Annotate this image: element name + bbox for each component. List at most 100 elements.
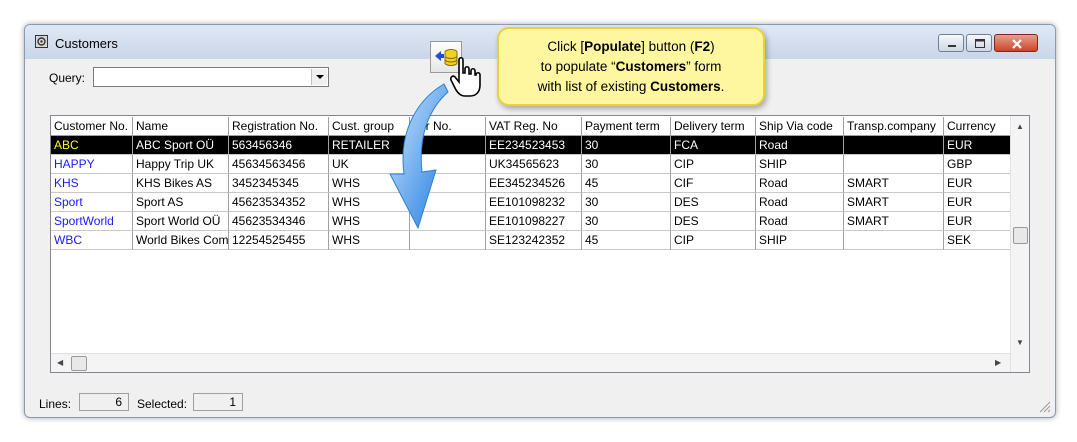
scroll-right-icon[interactable]: ▶ [995, 358, 1001, 367]
callout-text: ] button ( [641, 39, 695, 54]
table-cell: 45 [582, 231, 671, 250]
callout-text: ) [710, 39, 715, 54]
window-title: Customers [55, 36, 118, 51]
query-label: Query: [49, 71, 86, 85]
table-cell [844, 231, 944, 250]
maximize-button[interactable] [966, 34, 992, 52]
table-cell: 12254525455 [229, 231, 329, 250]
callout-bold: Populate [584, 39, 642, 54]
instruction-callout: Click [Populate] button (F2) to populate… [497, 27, 765, 106]
scroll-down-icon[interactable]: ▼ [1016, 338, 1024, 347]
vertical-scroll-thumb[interactable] [1013, 227, 1028, 244]
table-cell: SE123242352 [486, 231, 582, 250]
callout-bold: F2 [694, 39, 711, 54]
column-header[interactable]: VAT Reg. No [486, 117, 582, 136]
lines-label: Lines: [39, 397, 72, 411]
column-header[interactable]: Payment term [582, 117, 671, 136]
hand-cursor-icon [450, 56, 481, 97]
maximize-icon [975, 39, 985, 48]
table-cell: 45 [582, 174, 671, 193]
table-cell: 563456346 [229, 136, 329, 155]
table-cell: Road [756, 174, 844, 193]
table-cell: 3452345345 [229, 174, 329, 193]
table-cell: GBP [944, 155, 1014, 174]
table-cell: CIP [671, 231, 756, 250]
minimize-icon [948, 45, 956, 47]
table-cell: SEK [944, 231, 1014, 250]
chevron-down-icon [316, 75, 324, 79]
table-cell [844, 136, 944, 155]
table-cell: Sport World OÜ [133, 212, 229, 231]
close-icon [1012, 39, 1022, 49]
table-cell: UK34565623 [486, 155, 582, 174]
callout-text: ” form [686, 59, 722, 74]
column-header[interactable]: Customer No. [51, 117, 133, 136]
table-cell: CIP [671, 155, 756, 174]
column-header[interactable]: Registration No. [229, 117, 329, 136]
customer-no-link[interactable]: Sport [51, 193, 133, 212]
table-cell: FCA [671, 136, 756, 155]
table-cell: EUR [944, 174, 1014, 193]
scroll-up-icon[interactable]: ▲ [1016, 122, 1024, 131]
table-cell: SHIP [756, 231, 844, 250]
table-cell: World Bikes Comp [133, 231, 229, 250]
horizontal-scrollbar[interactable]: ◀ ▶ [51, 353, 1010, 372]
table-cell: EE234523453 [486, 136, 582, 155]
column-header[interactable]: Transp.company [844, 117, 944, 136]
table-cell: EUR [944, 212, 1014, 231]
table-cell: DES [671, 193, 756, 212]
customers-app-icon [35, 35, 48, 48]
customer-no-link[interactable]: HAPPY [51, 155, 133, 174]
table-cell: SMART [844, 212, 944, 231]
customer-no-link[interactable]: WBC [51, 231, 133, 250]
table-cell [844, 155, 944, 174]
table-cell: ABC Sport OÜ [133, 136, 229, 155]
table-cell: Road [756, 193, 844, 212]
table-cell: 45634563456 [229, 155, 329, 174]
table-cell: 45623534346 [229, 212, 329, 231]
table-cell: Road [756, 212, 844, 231]
table-cell: Sport AS [133, 193, 229, 212]
callout-bold: Customers [615, 59, 687, 74]
selected-label: Selected: [137, 397, 188, 411]
callout-text: Click [ [547, 39, 585, 54]
close-button[interactable] [994, 34, 1038, 52]
table-cell: 30 [582, 193, 671, 212]
table-cell: Happy Trip UK [133, 155, 229, 174]
table-cell: SHIP [756, 155, 844, 174]
table-cell: EE101098227 [486, 212, 582, 231]
table-cell: Road [756, 136, 844, 155]
table-cell: 30 [582, 136, 671, 155]
table-cell: DES [671, 212, 756, 231]
table-cell: EE101098232 [486, 193, 582, 212]
callout-text: with list of existing [537, 79, 651, 94]
table-cell: 30 [582, 155, 671, 174]
column-header[interactable]: Delivery term [671, 117, 756, 136]
query-select[interactable] [93, 67, 329, 87]
selected-count: 1 [193, 393, 243, 411]
table-cell: 30 [582, 212, 671, 231]
table-cell: SMART [844, 193, 944, 212]
customer-no-link[interactable]: KHS [51, 174, 133, 193]
customer-no-link[interactable]: ABC [51, 136, 133, 155]
scroll-left-icon[interactable]: ◀ [57, 358, 63, 367]
horizontal-scroll-thumb[interactable] [71, 356, 87, 371]
lines-count: 6 [79, 393, 129, 411]
column-header[interactable]: Name [133, 117, 229, 136]
status-bar: Lines: 6 Selected: 1 [25, 387, 1055, 417]
table-cell: EUR [944, 193, 1014, 212]
column-header[interactable]: Currency [944, 117, 1014, 136]
table-cell: KHS Bikes AS [133, 174, 229, 193]
table-cell: EE345234526 [486, 174, 582, 193]
query-dropdown-button[interactable] [311, 69, 327, 85]
callout-bold: Customers [650, 79, 721, 94]
table-cell: CIF [671, 174, 756, 193]
vertical-scrollbar[interactable]: ▲ ▼ [1010, 116, 1029, 372]
resize-grip-icon[interactable] [1037, 399, 1051, 413]
minimize-button[interactable] [938, 34, 964, 52]
table-cell: SMART [844, 174, 944, 193]
customer-no-link[interactable]: SportWorld [51, 212, 133, 231]
column-header[interactable]: Ship Via code [756, 117, 844, 136]
customers-table[interactable]: Customer No. Name Registration No. Cust. gr… [50, 115, 1030, 373]
table-cell: 45623534352 [229, 193, 329, 212]
